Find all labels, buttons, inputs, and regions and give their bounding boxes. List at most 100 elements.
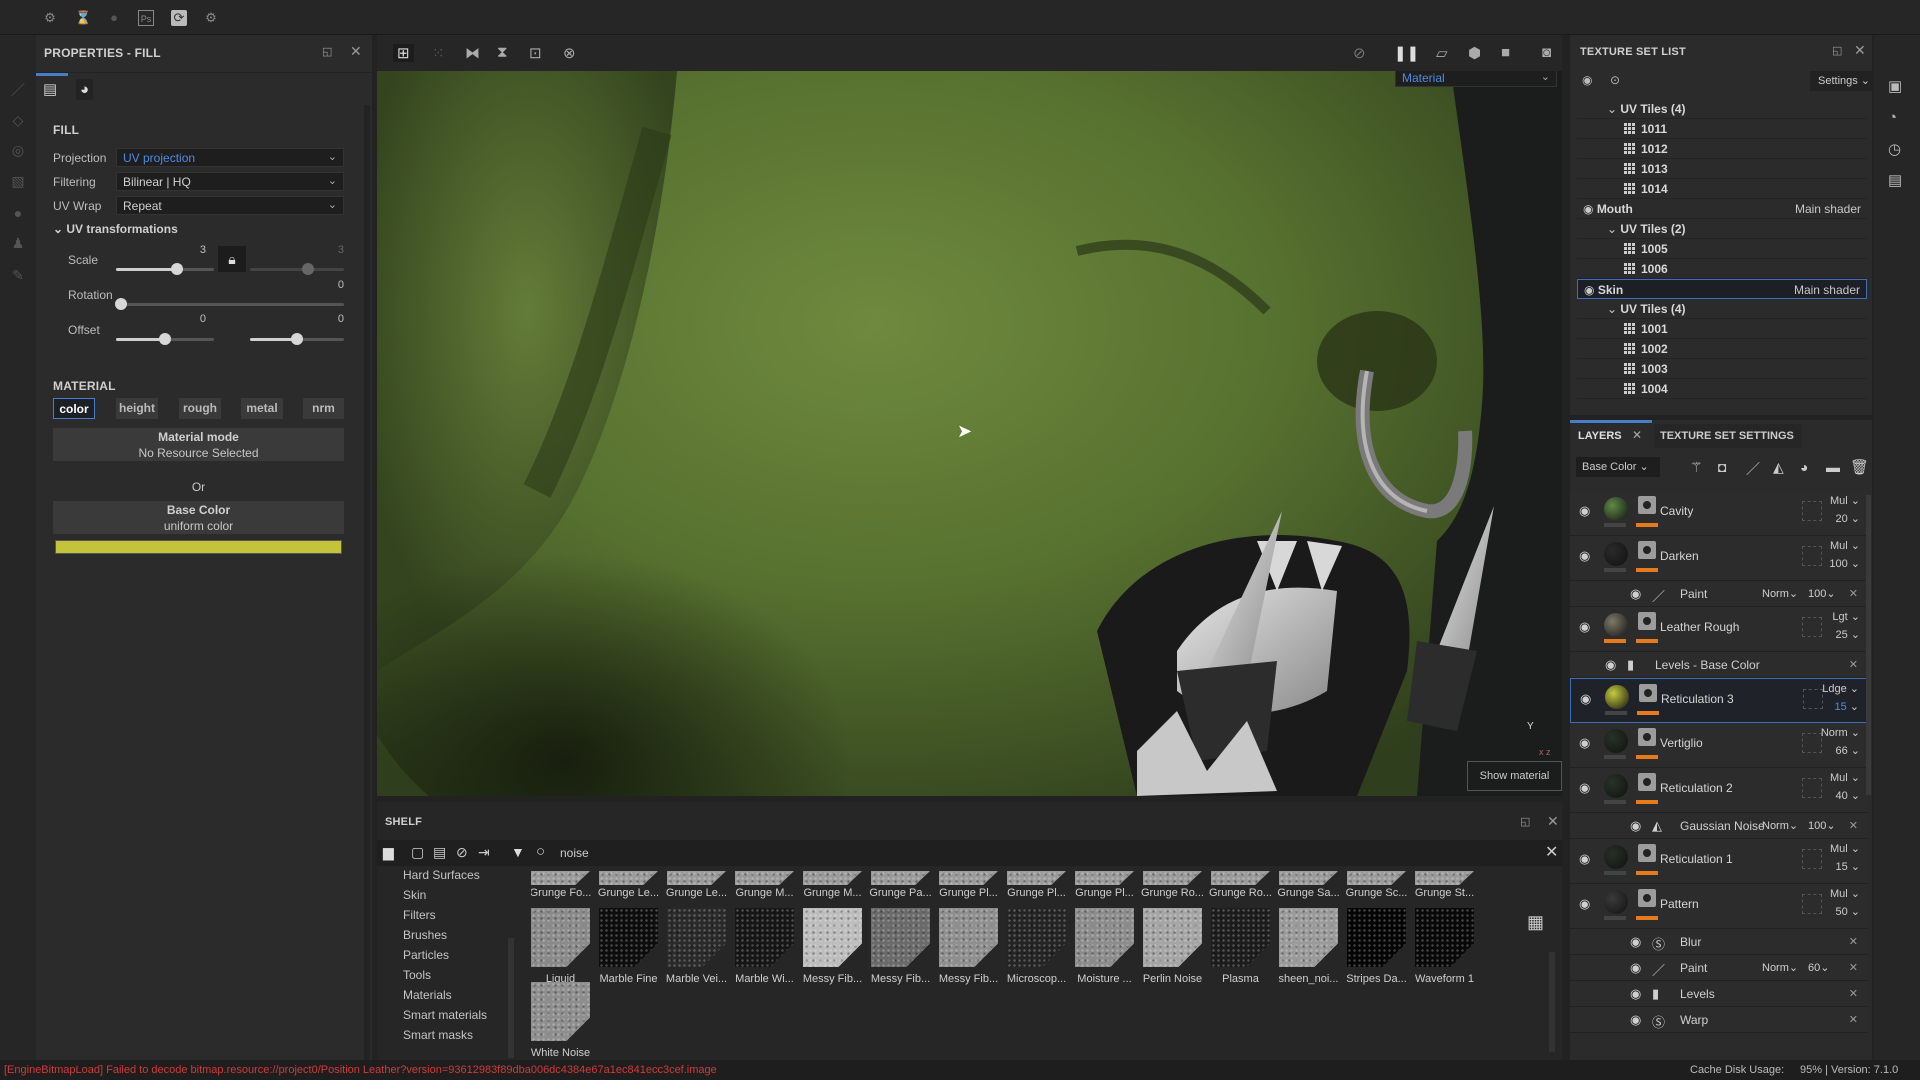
eye-icon[interactable]: ◉ (1630, 960, 1641, 976)
shelf-item[interactable]: Messy Fib... (939, 908, 998, 985)
effect-blend-dropdown[interactable]: Norm⌄ (1762, 819, 1798, 832)
geometry-mask-slot[interactable] (1802, 546, 1822, 566)
new-file-icon[interactable]: ▢ (411, 844, 424, 861)
show-material-button[interactable]: Show material (1467, 761, 1562, 791)
add-paint-layer-icon[interactable]: ／ (1746, 459, 1760, 479)
undock-icon[interactable]: ◱ (1520, 815, 1530, 828)
eye-icon[interactable]: ◉ (1579, 896, 1590, 912)
blend-mode-dropdown[interactable]: Mul ⌄ (1830, 771, 1860, 784)
hide-icon[interactable]: ⊘ (1353, 44, 1366, 62)
tab-layers[interactable]: LAYERS (1578, 430, 1622, 442)
base-color-button[interactable]: Base Color uniform color (53, 501, 344, 534)
shelf-category[interactable]: Smart masks (403, 1028, 473, 1042)
eraser-tool-icon[interactable]: ◇ (10, 112, 26, 128)
shelf-item[interactable]: Grunge St... (1415, 871, 1474, 899)
properties-scrollbar[interactable] (364, 105, 370, 1060)
undock-icon[interactable]: ◱ (1832, 44, 1842, 57)
brush-tool-icon[interactable]: ／ (10, 80, 26, 98)
eye-icon[interactable]: ◉ (1584, 283, 1598, 297)
shelf-item[interactable]: Grunge Pl... (1075, 871, 1134, 899)
effect-row[interactable]: ◉ ◭ Gaussian Noise Norm⌄ 100⌄ ✕ (1570, 813, 1868, 839)
remove-effect-icon[interactable]: ✕ (1849, 987, 1858, 1000)
shelf-item[interactable]: Liquid (531, 908, 590, 985)
texture-set-row-tile[interactable]: 1013 (1577, 159, 1867, 179)
opacity-dropdown[interactable]: 100 ⌄ (1829, 557, 1860, 570)
material-tab-icon[interactable]: ◕ (76, 79, 94, 100)
eye-icon[interactable]: ◉ (1579, 851, 1590, 867)
log-icon[interactable]: ▤ (1888, 171, 1902, 189)
lock-scale-button[interactable]: 🔒︎ (218, 246, 246, 272)
texture-set-row-tile[interactable]: 1002 (1577, 339, 1867, 359)
shelf-item[interactable]: Stripes Da... (1346, 908, 1407, 985)
opacity-dropdown[interactable]: 25 ⌄ (1835, 628, 1860, 641)
eye-icon[interactable]: ◉ (1630, 934, 1641, 950)
close-icon[interactable]: ✕ (350, 43, 362, 60)
mask-thumbnail[interactable] (1638, 773, 1656, 791)
mask-thumbnail[interactable] (1639, 684, 1657, 702)
shelf-item[interactable]: Grunge Ro... (1141, 871, 1204, 899)
layer-row[interactable]: ◉ Reticulation 2 Mul ⌄ 40 ⌄ (1570, 768, 1868, 813)
display-settings-icon[interactable]: ▣ (1888, 77, 1902, 95)
texture-set-row-tile[interactable]: 1005 (1577, 239, 1867, 259)
texture-set-row-group[interactable]: ⌄ UV Tiles (4) (1577, 99, 1867, 119)
opacity-dropdown[interactable]: 15 ⌄ (1835, 860, 1860, 873)
eye-icon[interactable]: ◉ (1630, 986, 1641, 1002)
remove-effect-icon[interactable]: ✕ (1849, 658, 1858, 671)
smudge-tool-icon[interactable]: ● (10, 205, 26, 221)
filtering-dropdown[interactable]: Bilinear | HQ ⌄ (116, 172, 344, 191)
offset-u-slider[interactable] (116, 333, 214, 345)
mask-thumbnail[interactable] (1638, 612, 1656, 630)
uvwrap-dropdown[interactable]: Repeat ⌄ (116, 196, 344, 215)
blend-mode-dropdown[interactable]: Mul ⌄ (1830, 539, 1860, 552)
geometry-mask-slot[interactable] (1802, 617, 1822, 637)
channel-rough-button[interactable]: rough (179, 398, 221, 419)
geometry-mask-slot[interactable] (1802, 894, 1822, 914)
shelf-item[interactable]: sheen_noi... (1279, 908, 1338, 985)
cube-icon[interactable]: ⬢ (1468, 44, 1481, 62)
history-icon[interactable]: ◷ (1888, 140, 1901, 158)
shelf-item[interactable]: Moisture ... (1075, 908, 1134, 985)
eye-icon[interactable]: ◉ (1580, 691, 1591, 707)
texture-set-row-set[interactable]: ◉ Mouth Main shader (1577, 199, 1867, 219)
projection-tool-icon[interactable]: ◎ (10, 142, 26, 158)
eye-icon[interactable]: ◉ (1579, 503, 1590, 519)
picker-tool-icon[interactable]: ✎ (10, 267, 26, 283)
fill-properties-tab-icon[interactable]: ▤ (43, 80, 57, 98)
opacity-dropdown[interactable]: 15 ⌄ (1834, 700, 1859, 713)
shelf-category[interactable]: Brushes (403, 928, 447, 942)
eye-icon[interactable]: ◉ (1579, 780, 1590, 796)
offset-v-slider[interactable] (250, 333, 344, 345)
settings-dropdown[interactable]: Settings ⌄ (1810, 71, 1872, 91)
geometry-mask-slot[interactable] (1803, 689, 1823, 709)
folder-icon[interactable]: ▆ (383, 844, 394, 861)
rotation-slider[interactable] (114, 298, 344, 310)
layer-row[interactable]: ◉ Reticulation 3 Ldge ⌄ 15 ⌄ (1570, 678, 1868, 723)
reset-icon[interactable]: ⊗ (563, 44, 576, 62)
grid-view-icon[interactable]: ▦ (1527, 912, 1544, 933)
layer-channel-dropdown[interactable]: Base Color ⌄ (1576, 457, 1660, 477)
texture-set-row-set[interactable]: ◉ Skin Main shader (1577, 279, 1867, 299)
channel-nrm-button[interactable]: nrm (303, 398, 344, 419)
shelf-category[interactable]: Smart materials (403, 1008, 487, 1022)
layer-row[interactable]: ◉ Cavity Mul ⌄ 20 ⌄ (1570, 491, 1868, 536)
opacity-dropdown[interactable]: 40 ⌄ (1835, 789, 1860, 802)
effect-opacity-dropdown[interactable]: 60⌄ (1808, 961, 1829, 974)
effect-opacity-dropdown[interactable]: 100⌄ (1808, 587, 1836, 600)
shelf-item[interactable]: White Noise (531, 982, 590, 1059)
import-icon[interactable]: ⇥ (478, 844, 490, 861)
viewport-channel-dropdown[interactable]: Material ⌄ (1395, 71, 1557, 87)
shelf-item[interactable]: Perlin Noise (1143, 908, 1202, 985)
geometry-mask-slot[interactable] (1802, 733, 1822, 753)
blend-mode-dropdown[interactable]: Mul ⌄ (1830, 494, 1860, 507)
shelf-item[interactable]: Waveform 1 (1415, 908, 1474, 985)
layer-row[interactable]: ◉ Pattern Mul ⌄ 50 ⌄ (1570, 884, 1868, 929)
texture-set-row-tile[interactable]: 1014 (1577, 179, 1867, 199)
mask-thumbnail[interactable] (1638, 889, 1656, 907)
close-icon[interactable]: ✕ (1854, 42, 1866, 59)
shelf-item[interactable]: Grunge Sc... (1346, 871, 1407, 899)
perspective-icon[interactable]: ▱ (1436, 44, 1448, 62)
mask-thumbnail[interactable] (1638, 541, 1656, 559)
categories-scrollbar[interactable] (508, 938, 514, 1058)
photoshop-icon[interactable]: Ps (138, 10, 154, 26)
shelf-search-input[interactable] (560, 843, 1260, 863)
